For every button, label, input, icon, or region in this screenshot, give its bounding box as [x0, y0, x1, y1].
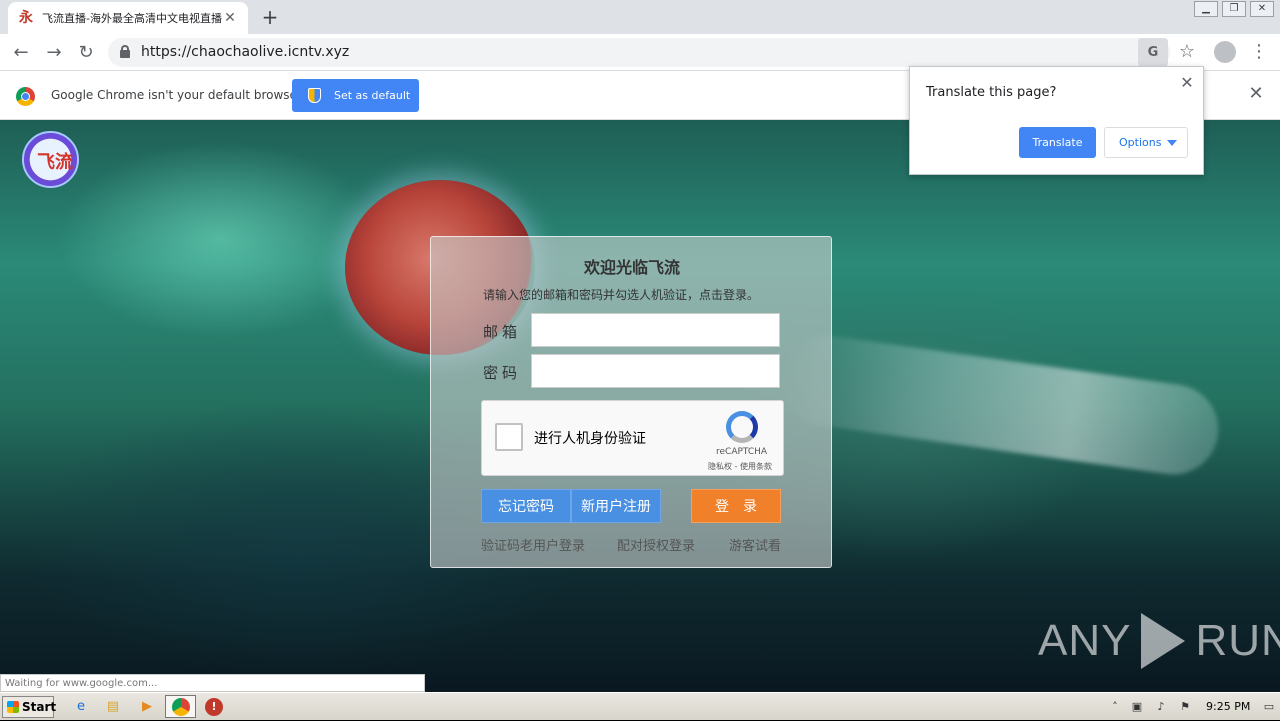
browser-tab[interactable]: 永 飞流直播-海外最全高清中文电视直播 ✕ [8, 2, 248, 34]
tab-close-icon[interactable]: ✕ [222, 10, 238, 26]
status-bubble: Waiting for www.google.com... [0, 674, 425, 692]
translate-prompt: Translate this page? [926, 85, 1057, 100]
tab-title: 飞流直播-海外最全高清中文电视直播 [42, 12, 222, 25]
tray-expand-icon[interactable]: ˄ [1108, 700, 1122, 714]
volume-icon[interactable]: ♪ [1154, 700, 1168, 714]
taskbar: Start e ▤ ▶ ! ˄ ▣ ♪ ⚑ 9:25 PM ▭ [0, 692, 1280, 720]
url-text[interactable]: https://chaochaolive.icntv.xyz [141, 44, 349, 60]
email-label: 邮箱 [483, 323, 522, 341]
close-window-button[interactable]: ✕ [1250, 1, 1274, 17]
action-center-flag-icon[interactable]: ⚑ [1178, 700, 1192, 714]
explorer-folder-icon[interactable]: ▤ [104, 698, 122, 716]
anyrun-watermark: ANY RUN [1038, 608, 1280, 674]
password-field[interactable] [531, 354, 780, 388]
start-button[interactable]: Start [2, 696, 57, 718]
page-content: 飞流 欢迎光临飞流 请输入您的邮箱和密码并勾选人机验证，点击登录。 邮箱 密码 … [0, 120, 1280, 692]
restore-button[interactable]: ❐ [1222, 1, 1246, 17]
new-tab-button[interactable]: + [258, 6, 282, 30]
login-hint: 请输入您的邮箱和密码并勾选人机验证，点击登录。 [483, 288, 760, 302]
window-controls: ▁ ❐ ✕ [1194, 1, 1274, 17]
authorized-login-link[interactable]: 配对授权登录 [617, 535, 695, 554]
login-form: 欢迎光临飞流 请输入您的邮箱和密码并勾选人机验证，点击登录。 邮箱 密码 进行人… [430, 236, 832, 568]
back-button[interactable]: ← [8, 40, 34, 66]
start-label: Start [22, 700, 57, 714]
windows-logo-icon [7, 701, 19, 713]
guest-trial-link[interactable]: 游客试看 [729, 535, 781, 554]
ie-icon[interactable]: e [72, 698, 90, 716]
address-bar[interactable]: https://chaochaolive.icntv.xyz [108, 38, 1170, 67]
recaptcha-checkbox[interactable] [495, 423, 523, 451]
reload-button[interactable]: ↻ [73, 40, 99, 66]
network-icon[interactable]: ▣ [1130, 700, 1144, 714]
profile-avatar-icon[interactable] [1214, 41, 1236, 63]
set-default-label: Set as default [334, 89, 411, 102]
lock-icon[interactable] [120, 45, 130, 58]
bookmark-star-icon[interactable]: ☆ [1175, 40, 1199, 64]
recaptcha-terms-link[interactable]: 隐私权 - 使用条款 [708, 461, 772, 472]
translate-close-icon[interactable]: ✕ [1178, 74, 1196, 92]
background-figure [775, 329, 1225, 481]
caret-down-icon [1167, 140, 1177, 146]
translate-options-button[interactable]: Options [1104, 127, 1188, 158]
media-player-icon[interactable]: ▶ [138, 698, 156, 716]
opera-stop-icon[interactable]: ! [205, 698, 223, 716]
play-icon [1141, 613, 1186, 669]
recaptcha-label: 进行人机身份验证 [534, 431, 646, 447]
register-button[interactable]: 新用户注册 [571, 489, 661, 523]
site-logo-text: 飞流 [37, 152, 73, 173]
forgot-password-button[interactable]: 忘记密码 [481, 489, 571, 523]
email-field[interactable] [531, 313, 780, 347]
recaptcha-logo-icon [726, 411, 758, 443]
code-login-link[interactable]: 验证码老用户登录 [481, 535, 585, 554]
login-button[interactable]: 登 录 [691, 489, 781, 523]
site-favicon-icon: 永 [19, 10, 33, 26]
translate-button[interactable]: Translate [1019, 127, 1096, 158]
forward-button[interactable]: → [41, 40, 67, 66]
show-desktop-icon[interactable]: ▭ [1262, 700, 1276, 714]
minimize-button[interactable]: ▁ [1194, 1, 1218, 17]
recaptcha-brand: reCAPTCHA [716, 447, 768, 457]
chrome-icon [172, 698, 190, 716]
options-label: Options [1119, 136, 1162, 149]
translate-icon[interactable]: G [1138, 38, 1168, 67]
chrome-logo-icon [16, 87, 35, 106]
password-label: 密码 [483, 364, 522, 382]
tab-strip: 永 飞流直播-海外最全高清中文电视直播 ✕ + ▁ ❐ ✕ [0, 0, 1280, 34]
translate-popup: Translate this page? ✕ Translate Options [909, 66, 1204, 175]
watermark-left: ANY [1038, 616, 1132, 665]
watermark-right: RUN [1195, 616, 1280, 665]
recaptcha-widget: 进行人机身份验证 reCAPTCHA 隐私权 - 使用条款 [481, 400, 784, 476]
shield-icon [308, 88, 321, 103]
chrome-taskbar-button[interactable] [165, 695, 196, 718]
system-tray: ˄ ▣ ♪ ⚑ 9:25 PM ▭ [1104, 693, 1280, 721]
infobar-close-icon[interactable]: ✕ [1247, 85, 1265, 103]
site-logo[interactable]: 飞流 [22, 131, 79, 188]
login-title: 欢迎光临飞流 [583, 258, 680, 277]
set-default-button[interactable]: Set as default [292, 79, 419, 112]
infobar-message: Google Chrome isn't your default browser [51, 88, 302, 102]
clock[interactable]: 9:25 PM [1206, 700, 1250, 713]
menu-kebab-icon[interactable]: ⋮ [1250, 40, 1268, 64]
